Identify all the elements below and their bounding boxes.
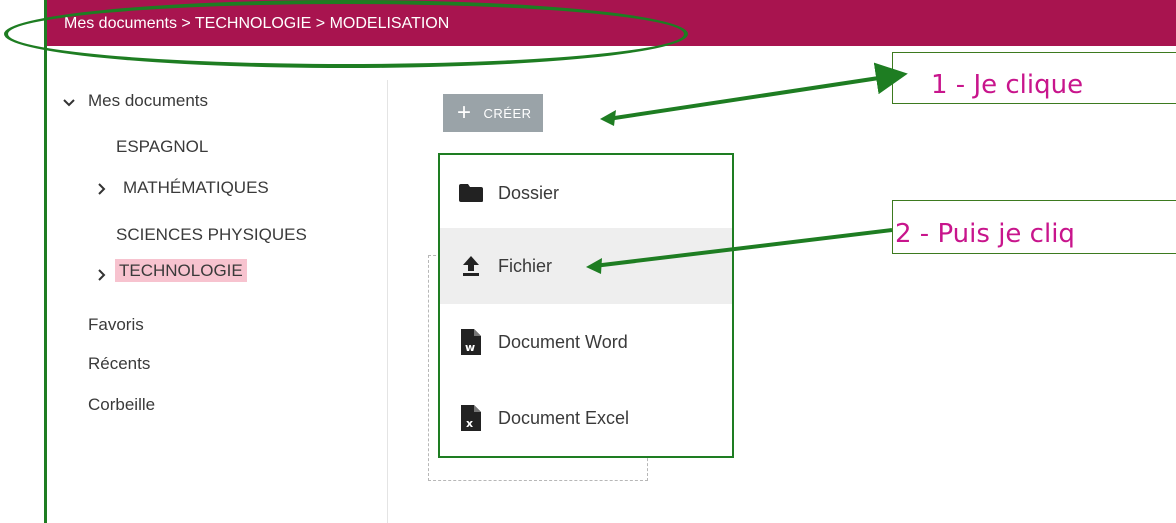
annotation-arrows [586, 62, 908, 274]
annotation-arrowhead-2 [586, 258, 602, 274]
annotation-arrowhead-1 [600, 110, 616, 126]
annotation-arrow-1 [607, 62, 908, 121]
annotation-arrow-2 [593, 228, 893, 268]
